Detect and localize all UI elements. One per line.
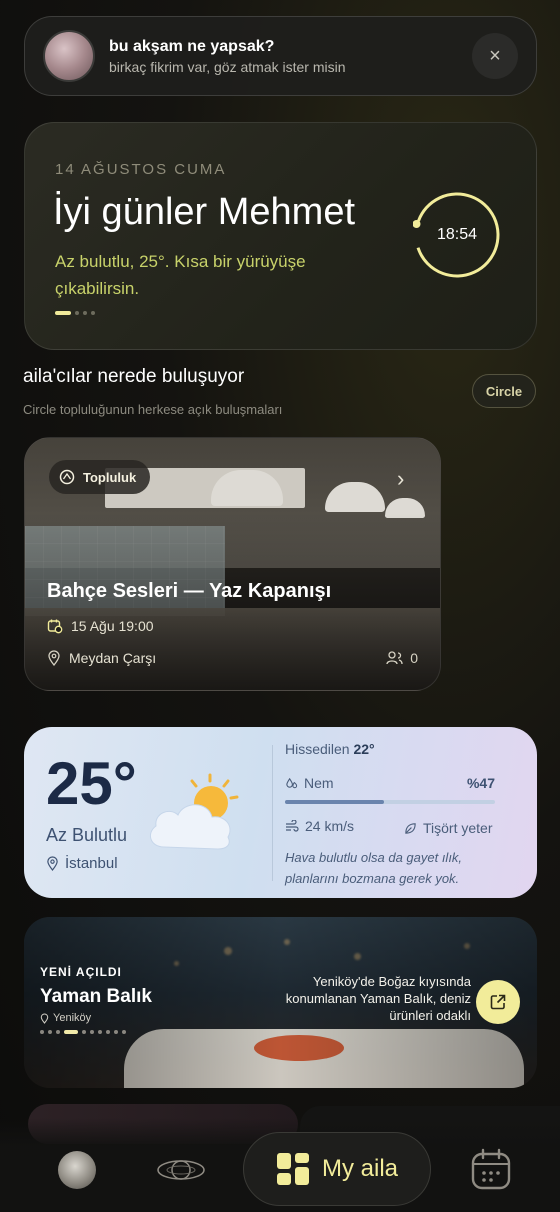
leaf-icon: [405, 822, 416, 834]
location-pin-icon: [40, 1013, 49, 1024]
promo-pager: [40, 1030, 126, 1034]
weather-city: İstanbul: [46, 855, 118, 872]
promo-location-text: Yeniköy: [53, 1012, 92, 1024]
location-pin-icon: [47, 856, 58, 871]
humidity-bar: [285, 800, 495, 804]
pager-dot[interactable]: [56, 1030, 60, 1034]
pager-dot[interactable]: [55, 311, 71, 315]
clock-ring: 18:54: [412, 191, 501, 279]
weather-note: Hava bulutlu olsa da gayet ılık, planlar…: [285, 850, 463, 886]
promo-description: Yeniköy'de Boğaz kıyısında konumlanan Ya…: [285, 974, 471, 1023]
pager-dot[interactable]: [106, 1030, 110, 1034]
close-icon: ×: [489, 44, 501, 67]
feels-like: Hissedilen 22°: [285, 741, 375, 757]
people-icon: [386, 651, 403, 665]
community-icon: [59, 469, 75, 485]
my-aila-label: My aila: [321, 1155, 399, 1182]
weather-city-text: İstanbul: [65, 855, 118, 872]
attendee-count-text: 0: [410, 650, 418, 666]
event-location: Meydan Çarşı: [47, 650, 156, 666]
my-aila-button[interactable]: My aila: [243, 1132, 431, 1206]
event-card[interactable]: Topluluk › Bahçe Sesleri — Yaz Kapanışı …: [24, 437, 441, 691]
pager-dot[interactable]: [83, 311, 87, 315]
section-title: aila'cılar nerede buluşuyor: [23, 366, 245, 387]
promo-card[interactable]: YENİ AÇILDI Yaman Balık Yeniköy Yeniköy'…: [24, 917, 537, 1088]
notification-text: bu akşam ne yapsak? birkaç fikrim var, g…: [109, 38, 472, 75]
close-button[interactable]: ×: [472, 33, 518, 79]
notification-title: bu akşam ne yapsak?: [109, 37, 275, 55]
pager-dot[interactable]: [98, 1030, 102, 1034]
pager-dot[interactable]: [48, 1030, 52, 1034]
event-title: Bahçe Sesleri — Yaz Kapanışı: [47, 580, 332, 602]
pager-dot[interactable]: [122, 1030, 126, 1034]
humidity-bar-fill: [285, 800, 384, 804]
event-location-text: Meydan Çarşı: [69, 650, 157, 666]
assistant-avatar: [43, 30, 95, 82]
greeting-subtitle: Az bulutlu, 25°. Kısa bir yürüyüşe çıkab…: [55, 252, 306, 298]
promo-location: Yeniköy: [40, 1012, 91, 1024]
weather-divider: [272, 745, 273, 881]
weather-card[interactable]: 25° Az Bulutlu İstanbul Hissedilen 22° N…: [24, 727, 537, 898]
humidity-value: %47: [466, 775, 495, 791]
clock-time: 18:54: [436, 226, 478, 243]
wind-value: 24 km/s: [305, 818, 355, 834]
humidity-label: Nem: [304, 775, 334, 791]
weather-temperature: 25°: [46, 750, 137, 817]
event-datetime-text: 15 Ağu 19:00: [71, 618, 154, 634]
partly-cloudy-icon: [142, 771, 252, 855]
external-link-icon: [490, 994, 506, 1010]
grid-icon: [276, 1153, 309, 1185]
chevron-right-icon[interactable]: ›: [397, 466, 404, 492]
community-badge-label: Topluluk: [83, 469, 137, 485]
calendar-clock-icon: [47, 619, 63, 634]
greeting-card[interactable]: 14 AĞUSTOS CUMA İyi günler Mehmet Az bul…: [24, 122, 537, 350]
wind-icon: [286, 820, 299, 832]
humidity-row: Nem: [285, 775, 334, 791]
notification-subtitle: birkaç fikrim var, göz atmak ister misin: [109, 58, 346, 75]
attendee-count: 0: [386, 650, 418, 666]
circle-button[interactable]: Circle: [472, 374, 536, 408]
greeting-pager: [55, 311, 95, 315]
pager-dot[interactable]: [90, 1030, 94, 1034]
humidity-icon: [286, 777, 298, 788]
date-label: 14 AĞUSTOS CUMA: [55, 161, 227, 178]
notification-card[interactable]: bu akşam ne yapsak? birkaç fikrim var, g…: [24, 16, 537, 96]
promo-kicker: YENİ AÇILDI: [40, 965, 122, 979]
pager-dot[interactable]: [82, 1030, 86, 1034]
pager-dot[interactable]: [64, 1030, 78, 1034]
feels-like-label: Hissedilen: [285, 741, 350, 757]
orbit-icon[interactable]: [155, 1152, 207, 1188]
tab-profile-avatar[interactable]: [58, 1151, 96, 1189]
pager-dot[interactable]: [75, 311, 79, 315]
event-datetime: 15 Ağu 19:00: [47, 618, 154, 634]
clothing-row: Tişört yeter: [404, 820, 493, 836]
greeting-title: İyi günler Mehmet: [53, 191, 356, 233]
feels-like-value: 22°: [353, 741, 375, 757]
open-promo-button[interactable]: [476, 980, 520, 1024]
calendar-icon[interactable]: [470, 1147, 512, 1191]
pager-dot[interactable]: [40, 1030, 44, 1034]
pager-dot[interactable]: [91, 311, 95, 315]
weather-condition: Az Bulutlu: [46, 825, 128, 845]
wind-row: 24 km/s: [285, 818, 354, 834]
location-pin-icon: [48, 650, 60, 666]
clothing-text: Tişört yeter: [423, 820, 493, 836]
section-subtitle: Circle topluluğunun herkese açık buluşma…: [23, 402, 283, 417]
pager-dot[interactable]: [114, 1030, 118, 1034]
community-badge: Topluluk: [49, 460, 151, 494]
promo-title: Yaman Balık: [40, 986, 152, 1007]
